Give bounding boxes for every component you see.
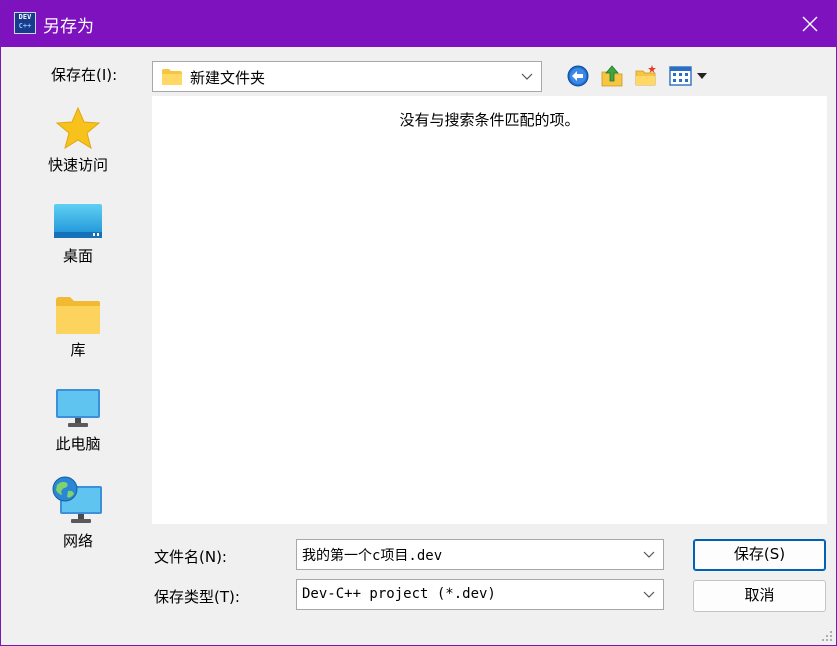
chevron-down-icon <box>643 591 655 598</box>
network-icon <box>52 476 102 523</box>
place-network[interactable]: 网络 <box>12 476 144 551</box>
empty-results-message: 没有与搜索条件匹配的项。 <box>399 111 580 129</box>
dev-cpp-app-icon: DEV C++ <box>14 12 36 34</box>
resize-grip-icon[interactable] <box>821 630 833 642</box>
new-folder-icon[interactable] <box>634 64 658 88</box>
close-icon <box>802 16 818 32</box>
place-label-this-pc: 此电脑 <box>55 435 101 453</box>
view-grid-icon <box>669 66 692 86</box>
computer-icon <box>56 389 100 427</box>
save-as-dialog: DEV C++ 另存为 保存在(I): 新建文件夹 快速访问 桌面 库 此电脑 … <box>0 0 837 646</box>
place-label-network: 网络 <box>62 532 93 550</box>
file-name-value: 我的第一个c项目.dev <box>302 548 443 564</box>
window-title: 另存为 <box>43 17 94 37</box>
library-folder-icon <box>56 297 100 334</box>
current-folder-name: 新建文件夹 <box>190 69 266 87</box>
star-icon <box>55 106 101 150</box>
folder-icon <box>162 69 182 85</box>
chevron-down-icon[interactable] <box>643 551 655 559</box>
app-icon-text-top: DEV <box>18 13 32 21</box>
up-folder-icon[interactable] <box>600 64 624 88</box>
place-quick-access[interactable]: 快速访问 <box>12 106 144 175</box>
place-this-pc[interactable]: 此电脑 <box>12 387 144 454</box>
place-label-library: 库 <box>70 341 86 359</box>
view-menu-button[interactable] <box>669 65 709 87</box>
chevron-down-icon <box>521 73 533 80</box>
save-in-dropdown[interactable]: 新建文件夹 <box>152 61 542 92</box>
save-type-dropdown[interactable]: Dev-C++ project (*.dev) <box>296 579 664 610</box>
save-type-label: 保存类型(T): <box>154 588 240 606</box>
save-button[interactable]: 保存(S) <box>693 539 826 571</box>
caret-down-icon <box>697 73 707 79</box>
close-button[interactable] <box>784 1 836 47</box>
file-name-input[interactable]: 我的第一个c项目.dev <box>296 539 664 570</box>
place-library[interactable]: 库 <box>12 295 144 360</box>
place-desktop[interactable]: 桌面 <box>12 201 144 266</box>
cancel-button[interactable]: 取消 <box>693 580 826 612</box>
save-in-label: 保存在(I): <box>51 66 118 84</box>
desktop-icon <box>54 204 102 238</box>
places-bar: 快速访问 桌面 库 此电脑 网络 <box>12 96 144 634</box>
back-icon[interactable] <box>566 64 590 88</box>
save-type-value: Dev-C++ project (*.dev) <box>302 586 496 602</box>
title-bar[interactable]: DEV C++ 另存为 <box>1 1 836 47</box>
place-label-desktop: 桌面 <box>62 247 93 265</box>
app-icon-text-bottom: C++ <box>18 22 32 30</box>
file-list-view[interactable]: 没有与搜索条件匹配的项。 <box>152 96 827 524</box>
file-name-label: 文件名(N): <box>154 548 227 566</box>
place-label-quick-access: 快速访问 <box>47 156 108 174</box>
